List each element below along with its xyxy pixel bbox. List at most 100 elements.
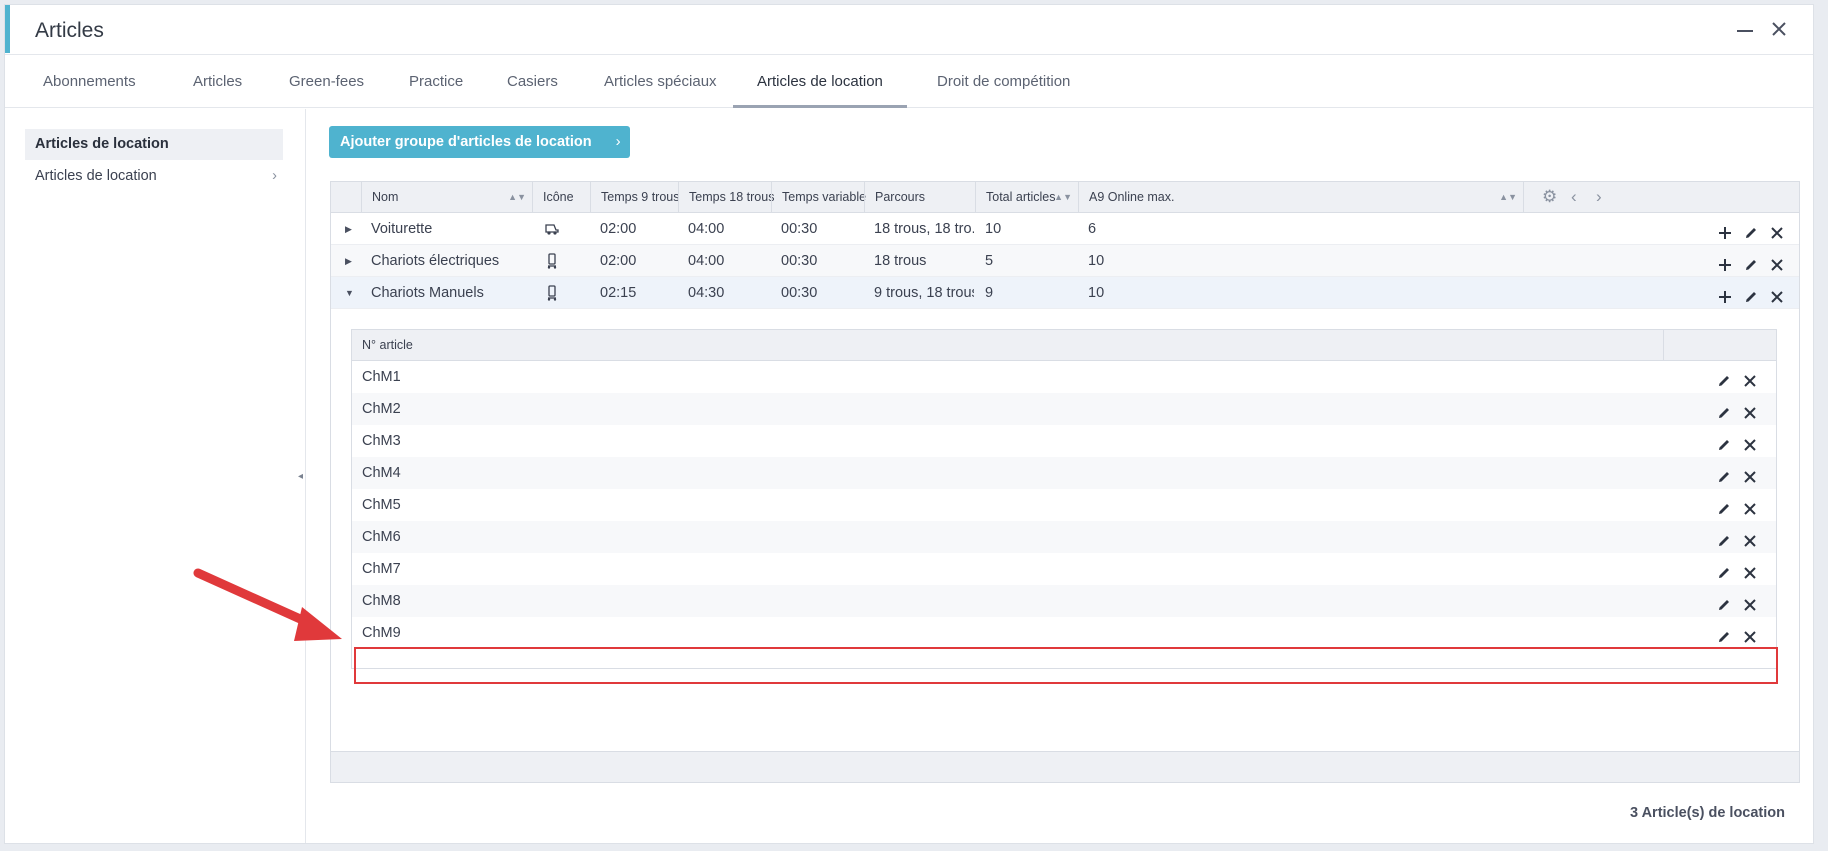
- row-actions: [1716, 393, 1758, 425]
- add-rental-group-label: Ajouter groupe d'articles de location: [340, 134, 592, 150]
- edit-pencil-icon[interactable]: [1716, 465, 1732, 482]
- list-item[interactable]: ChM5: [352, 489, 1776, 521]
- cell-article-number: ChM8: [362, 593, 401, 609]
- edit-pencil-icon[interactable]: [1743, 253, 1759, 270]
- delete-icon[interactable]: [1742, 369, 1758, 387]
- tab-articles-de-location[interactable]: Articles de location: [733, 55, 907, 108]
- cell-online-max: 10: [1088, 285, 1105, 301]
- chevron-right-icon[interactable]: ›: [1596, 182, 1602, 212]
- list-item[interactable]: ChM1: [352, 361, 1776, 393]
- cell-online-max: 6: [1088, 221, 1097, 237]
- cell-article-number: ChM2: [362, 401, 401, 417]
- edit-pencil-icon[interactable]: [1716, 529, 1732, 546]
- expand-caret-icon[interactable]: ▶: [345, 213, 352, 245]
- edit-pencil-icon[interactable]: [1716, 433, 1732, 450]
- delete-icon[interactable]: [1742, 433, 1758, 451]
- sort-icon: ▲▼: [508, 192, 526, 202]
- column-header-n-article[interactable]: N° article: [362, 330, 413, 360]
- table-row[interactable]: ▼ Chariots Manuels 02:15 04:30 00:30 9 t…: [331, 277, 1799, 309]
- list-item[interactable]: ChM4: [352, 457, 1776, 489]
- list-item[interactable]: ChM9: [352, 617, 1776, 649]
- chevron-left-icon[interactable]: ‹: [1571, 182, 1577, 212]
- tab-practice[interactable]: Practice: [385, 55, 487, 108]
- delete-icon[interactable]: [1742, 401, 1758, 419]
- cell-parcours: 18 trous: [874, 253, 927, 269]
- row-actions: [1716, 553, 1758, 585]
- cell-nom: Voiturette: [371, 221, 433, 237]
- column-header-a9-online-max[interactable]: A9 Online max. ▲▼: [1078, 182, 1523, 212]
- column-label: A9 Online max.: [1089, 190, 1175, 204]
- edit-pencil-icon[interactable]: [1716, 369, 1732, 386]
- tab-abonnements[interactable]: Abonnements: [19, 55, 160, 108]
- cell-article-number: ChM7: [362, 561, 401, 577]
- column-header-total-articles[interactable]: Total articles ▲▼: [975, 182, 1078, 212]
- expand-caret-icon[interactable]: ▶: [345, 245, 352, 277]
- column-header-icone[interactable]: Icône: [532, 182, 590, 212]
- delete-icon[interactable]: [1769, 253, 1785, 271]
- tab-green-fees[interactable]: Green-fees: [265, 55, 388, 108]
- cell-temps-variable: 00:30: [781, 221, 818, 237]
- column-header-temps-18-trous[interactable]: Temps 18 trous: [678, 182, 774, 212]
- edit-pencil-icon[interactable]: [1743, 221, 1759, 238]
- cell-temps-18: 04:30: [688, 285, 725, 301]
- article-count-label: 3 Article(s) de location: [1630, 805, 1785, 821]
- cell-parcours: 9 trous, 18 trous: [874, 285, 974, 301]
- list-item[interactable]: ChM7: [352, 553, 1776, 585]
- row-actions: [1716, 489, 1758, 521]
- tab-casiers[interactable]: Casiers: [483, 55, 582, 108]
- add-rental-group-button[interactable]: Ajouter groupe d'articles de location ›: [329, 126, 630, 158]
- column-header-temps-9-trous[interactable]: Temps 9 trous: [590, 182, 680, 212]
- list-item[interactable]: ChM3: [352, 425, 1776, 457]
- sidebar: Articles de location Articles de locatio…: [5, 109, 306, 843]
- list-item[interactable]: ChM6: [352, 521, 1776, 553]
- minimize-icon[interactable]: [1733, 17, 1757, 41]
- delete-icon[interactable]: [1742, 465, 1758, 483]
- titlebar: Articles: [5, 5, 1813, 55]
- delete-icon[interactable]: [1769, 285, 1785, 303]
- cell-article-number: ChM3: [362, 433, 401, 449]
- sidebar-item-articles-de-location[interactable]: Articles de location ›: [25, 161, 283, 192]
- edit-pencil-icon[interactable]: [1716, 593, 1732, 610]
- collapse-sidebar-icon[interactable]: ◂: [298, 471, 303, 482]
- edit-pencil-icon[interactable]: [1716, 497, 1732, 514]
- delete-icon[interactable]: [1742, 561, 1758, 579]
- add-icon[interactable]: [1717, 285, 1733, 303]
- row-actions: [1716, 521, 1758, 553]
- settings-gear-icon[interactable]: ⚙: [1542, 182, 1557, 212]
- edit-pencil-icon[interactable]: [1716, 561, 1732, 578]
- delete-icon[interactable]: [1769, 221, 1785, 239]
- collapse-caret-icon[interactable]: ▼: [345, 277, 354, 309]
- column-header-temps-variable[interactable]: Temps variable: [771, 182, 866, 212]
- cell-temps-18: 04:00: [688, 221, 725, 237]
- column-header-parcours[interactable]: Parcours: [864, 182, 975, 212]
- sidebar-item-articles-de-location-header[interactable]: Articles de location: [25, 129, 283, 160]
- article-numbers-subgrid: N° article ChM1 ChM2 ChM3 ChM4 ChM5 ChM6 ChM7 C…: [351, 329, 1778, 684]
- grid-footer: [331, 751, 1799, 782]
- table-row[interactable]: ▶ Voiturette 02:00 04:00 00:30 18 trous,…: [331, 213, 1799, 245]
- table-row[interactable]: ▶ Chariots électriques 02:00 04:00 00:30…: [331, 245, 1799, 277]
- delete-icon[interactable]: [1742, 593, 1758, 611]
- delete-icon[interactable]: [1742, 625, 1758, 643]
- tab-droit-de-competition[interactable]: Droit de compétition: [913, 55, 1094, 108]
- edit-pencil-icon[interactable]: [1716, 401, 1732, 418]
- column-divider: [1663, 330, 1664, 360]
- cell-temps-variable: 00:30: [781, 253, 818, 269]
- list-item[interactable]: ChM8: [352, 585, 1776, 617]
- tab-articles[interactable]: Articles: [169, 55, 266, 108]
- list-item[interactable]: ChM2: [352, 393, 1776, 425]
- edit-pencil-icon[interactable]: [1743, 285, 1759, 302]
- edit-pencil-icon[interactable]: [1716, 625, 1732, 642]
- subgrid-header: N° article: [352, 330, 1776, 361]
- delete-icon[interactable]: [1742, 529, 1758, 547]
- tab-articles-speciaux[interactable]: Articles spéciaux: [580, 55, 741, 108]
- add-icon[interactable]: [1717, 221, 1733, 239]
- close-icon[interactable]: [1767, 17, 1791, 41]
- cell-nom: Chariots Manuels: [371, 285, 484, 301]
- add-icon[interactable]: [1717, 253, 1733, 271]
- column-header-nom[interactable]: Nom ▲▼: [361, 182, 532, 212]
- column-label: Nom: [372, 190, 399, 204]
- new-article-row-highlight[interactable]: [354, 647, 1778, 684]
- cell-total-articles: 10: [985, 221, 1002, 237]
- delete-icon[interactable]: [1742, 497, 1758, 515]
- row-actions: [1717, 213, 1785, 245]
